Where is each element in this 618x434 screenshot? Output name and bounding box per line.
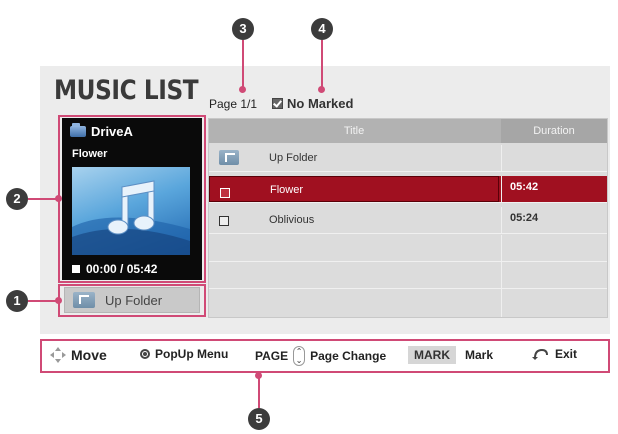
- callout-dot: [55, 195, 62, 202]
- callout-line: [242, 40, 244, 88]
- list-item-title: Up Folder: [269, 152, 318, 164]
- arrow-keys-icon: [50, 347, 66, 363]
- callout-marker-4: 4: [311, 18, 333, 40]
- list-item-selected[interactable]: Flower 05:42: [209, 176, 607, 203]
- callout-line: [28, 300, 58, 302]
- empty-row: [209, 235, 607, 262]
- list-item[interactable]: Oblivious 05:24: [209, 207, 607, 234]
- help-exit-label: Exit: [555, 347, 578, 361]
- help-mark-label: Mark: [465, 348, 494, 362]
- list-item-title: Oblivious: [269, 214, 315, 226]
- help-page-change-label: Page Change: [310, 349, 387, 363]
- help-move-label: Move: [71, 347, 107, 363]
- callout-dot: [318, 86, 325, 93]
- help-exit: Exit: [532, 347, 577, 361]
- help-page: PAGE ⌃ ⌄ Page Change: [255, 346, 386, 366]
- list-header: Title Duration: [209, 119, 607, 143]
- callout-marker-1: 1: [6, 290, 28, 312]
- callout-marker-5: 5: [248, 408, 270, 430]
- list-item-title: Flower: [270, 184, 304, 196]
- marked-status: No Marked: [272, 96, 353, 111]
- callout-marker-3: 3: [232, 18, 254, 40]
- help-popup: PopUp Menu: [140, 347, 228, 361]
- callout-marker-2: 2: [6, 188, 28, 210]
- list-item-duration: 05:42: [510, 181, 539, 193]
- callout-line: [28, 198, 58, 200]
- page-title: MUSIC LIST: [54, 75, 199, 106]
- list-item-duration: 05:24: [510, 212, 539, 224]
- empty-row: [209, 289, 607, 317]
- help-mark-key: MARK: [408, 346, 456, 364]
- ok-button-icon: [140, 349, 150, 359]
- column-header-duration: Duration: [501, 119, 607, 143]
- callout-dot: [55, 297, 62, 304]
- page-indicator: Page 1/1: [209, 97, 258, 111]
- mark-checkbox-icon[interactable]: [220, 188, 230, 198]
- help-move: Move: [50, 347, 107, 363]
- help-popup-label: PopUp Menu: [155, 347, 229, 361]
- back-arrow-icon: [532, 348, 548, 360]
- marked-status-label: No Marked: [287, 96, 354, 111]
- callout-frame-up-folder: [58, 284, 206, 317]
- checkbox-icon: [272, 98, 283, 109]
- remote-help-bar: Move PopUp Menu PAGE ⌃ ⌄ Page Change MARK…: [40, 339, 610, 373]
- mark-checkbox-icon[interactable]: [219, 216, 229, 226]
- up-folder-icon: [219, 150, 239, 165]
- help-mark: MARK Mark: [408, 346, 493, 364]
- help-page-key: PAGE: [255, 349, 289, 363]
- callout-line: [258, 376, 260, 408]
- music-file-list: Title Duration Up Folder Flower 05:42 Ob…: [208, 118, 608, 318]
- page-up-down-icon: ⌃ ⌄: [293, 346, 306, 366]
- list-item[interactable]: Up Folder: [209, 145, 607, 172]
- empty-row: [209, 262, 607, 289]
- callout-frame-preview: [58, 115, 206, 283]
- callout-line: [321, 40, 323, 88]
- callout-dot: [239, 86, 246, 93]
- callout-dot: [255, 372, 262, 379]
- column-header-title: Title: [343, 125, 365, 137]
